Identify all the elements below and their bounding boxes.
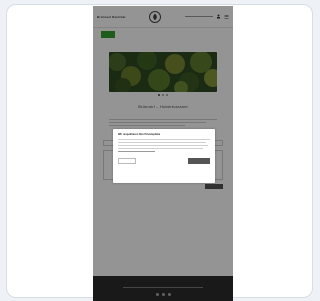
consent-title: Wir respektieren Ihre Privatsphäre [118, 133, 161, 136]
reject-button[interactable] [118, 158, 136, 164]
accept-button[interactable] [188, 158, 210, 164]
cookie-consent-dialog: Wir respektieren Ihre Privatsphäre [113, 129, 215, 183]
consent-body [118, 139, 210, 152]
mobile-page: Brünnerl Reinthal Brünnerl – Hubertusrau… [93, 6, 233, 301]
